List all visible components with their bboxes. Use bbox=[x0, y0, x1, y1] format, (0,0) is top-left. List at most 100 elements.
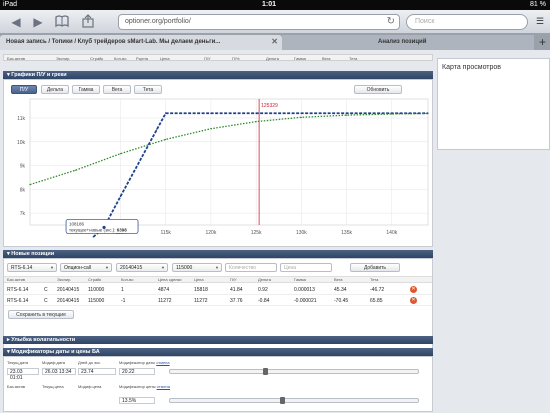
modified-date-value: 26.03 13:34 bbox=[42, 368, 76, 375]
smile-section-header[interactable]: ▸ Улыбка волатильности bbox=[3, 336, 433, 344]
table-row: RTS-6.14 C 20140415 110000 1 4874 15818 … bbox=[4, 285, 432, 295]
col-header: Вега bbox=[322, 56, 331, 61]
cell: 11272 bbox=[194, 298, 208, 304]
data-point bbox=[391, 113, 393, 115]
label: Модификатор цены отмена bbox=[119, 384, 170, 389]
cell: 115000 bbox=[88, 298, 105, 304]
chevron-down-icon: ▼ bbox=[161, 265, 165, 270]
bookmarks-icon[interactable] bbox=[54, 14, 70, 30]
section-title: Модификаторы даты и цены БА bbox=[11, 349, 100, 355]
price-modifier-value[interactable]: 13.5% bbox=[119, 397, 155, 404]
select-value: 115000 bbox=[176, 265, 193, 271]
label: Баз.актив bbox=[7, 384, 25, 389]
save-to-current-button[interactable]: Сохранить в текущие bbox=[8, 310, 74, 319]
cell: 4874 bbox=[158, 287, 170, 293]
data-point bbox=[74, 169, 76, 171]
label: Модификатор даты отмена bbox=[119, 360, 170, 365]
main-panel: Баз.актив Экспир. Страйк Кол-во Р.цена Ц… bbox=[3, 52, 433, 412]
tab-pnl[interactable]: П/У bbox=[11, 85, 37, 94]
cell: -1 bbox=[121, 298, 126, 304]
y-tick-label: 9k bbox=[20, 164, 26, 170]
price-input[interactable]: Цена bbox=[280, 263, 332, 272]
new-tab-icon[interactable]: + bbox=[539, 35, 546, 49]
tab-gamma[interactable]: Гамма bbox=[72, 85, 100, 94]
share-icon[interactable] bbox=[80, 14, 96, 30]
expiration-select[interactable]: 20140415 ▼ bbox=[116, 263, 168, 272]
menu-icon[interactable]: ☰ bbox=[532, 13, 548, 29]
cell: C bbox=[44, 298, 48, 304]
price-cancel-link[interactable]: отмена bbox=[157, 384, 170, 389]
reload-icon[interactable]: ↻ bbox=[387, 16, 395, 27]
select-value: RTS-6.14 bbox=[11, 265, 33, 271]
section-title: Новые позиции bbox=[11, 251, 55, 257]
data-point bbox=[210, 112, 212, 114]
modifiers-section-header[interactable]: ▾ Модификаторы даты и цены БА bbox=[3, 348, 433, 356]
y-tick-label: 8k bbox=[20, 187, 26, 193]
battery-indicator: 81 % bbox=[530, 1, 546, 8]
cell: 37.76 bbox=[230, 298, 243, 304]
data-point bbox=[156, 129, 158, 131]
col-header: Дельта bbox=[266, 56, 279, 61]
refresh-button[interactable]: Обновить bbox=[354, 85, 402, 94]
search-input[interactable]: Поиск bbox=[406, 14, 528, 30]
data-point bbox=[255, 120, 257, 123]
x-tick-label: 115k bbox=[160, 230, 171, 236]
tab-vega[interactable]: Вега bbox=[103, 85, 131, 94]
status-bar: iPad 1:01 81 % bbox=[0, 0, 550, 10]
underlying-select[interactable]: RTS-6.14 ▼ bbox=[7, 263, 57, 272]
date-cancel-link[interactable]: отмена bbox=[156, 360, 169, 365]
chart-section-header[interactable]: ▾ Графики П/У и греки bbox=[3, 71, 433, 79]
tab-theta[interactable]: Тета bbox=[134, 85, 162, 94]
date-slider-handle[interactable] bbox=[263, 368, 269, 375]
positions-table-header: Баз.актив Экспир. Страйк Кол-во Цена сде… bbox=[4, 276, 432, 283]
chevron-down-icon: ▼ bbox=[50, 265, 54, 270]
current-price-label: 125329 bbox=[261, 103, 278, 109]
x-tick-label: 140k bbox=[386, 230, 397, 236]
price-slider[interactable] bbox=[169, 397, 419, 404]
quantity-input[interactable]: Количество bbox=[225, 263, 277, 272]
cell: 41.84 bbox=[230, 287, 243, 293]
cell: -46.72 bbox=[370, 287, 385, 293]
cell: -0.000021 bbox=[294, 298, 317, 304]
label: Текущ.дата bbox=[7, 360, 29, 365]
price-slider-handle[interactable] bbox=[280, 397, 286, 404]
new-positions-header[interactable]: ▾ Новые позиции bbox=[3, 250, 433, 258]
back-icon[interactable]: ◀ bbox=[8, 14, 24, 30]
y-tick-label: 10k bbox=[17, 140, 26, 146]
data-point bbox=[165, 112, 167, 114]
close-tab-icon[interactable]: ✕ bbox=[271, 37, 278, 46]
cell: C bbox=[44, 287, 48, 293]
cell: 20140415 bbox=[57, 298, 80, 304]
cell: 45.34 bbox=[334, 287, 347, 293]
col-header: Тета bbox=[370, 277, 379, 282]
x-tick-label: 125k bbox=[251, 230, 262, 236]
delete-row-icon[interactable]: ✕ bbox=[410, 297, 417, 304]
delete-row-icon[interactable]: ✕ bbox=[410, 286, 417, 293]
tab-delta[interactable]: Дельта bbox=[41, 85, 69, 94]
url-text: optioner.org/portfolio/ bbox=[125, 18, 191, 25]
data-point bbox=[345, 114, 348, 116]
sidebar-panel: Карта просмотров bbox=[437, 58, 550, 150]
date-modifier-value[interactable]: 20.22 bbox=[119, 368, 155, 375]
strike-select[interactable]: 115000 ▼ bbox=[172, 263, 222, 272]
tab-smartlab[interactable]: Новая запись / Топики / Клуб трейдеров s… bbox=[0, 35, 282, 50]
x-tick-label: 135k bbox=[341, 230, 352, 236]
section-title: Графики П/У и греки bbox=[11, 72, 67, 78]
clock: 1:01 bbox=[262, 1, 277, 8]
cell: 65.85 bbox=[370, 298, 383, 304]
tab-analysis[interactable]: Анализ позиций bbox=[282, 35, 534, 50]
y-tick-label: 7k bbox=[20, 211, 26, 217]
data-point bbox=[165, 138, 167, 141]
tooltip-x: 108186 bbox=[69, 221, 85, 226]
col-header: Цена bbox=[194, 277, 204, 282]
date-slider[interactable] bbox=[169, 368, 419, 375]
label-text: Модификатор даты bbox=[119, 360, 156, 365]
chevron-down-icon: ▼ bbox=[215, 265, 219, 270]
add-button[interactable]: Добавить bbox=[350, 263, 400, 272]
col-header: Тета bbox=[349, 56, 358, 61]
forward-icon[interactable]: ▶ bbox=[30, 14, 46, 30]
tooltip-marker bbox=[102, 225, 106, 230]
option-type-select[interactable]: Опцион-call ▼ bbox=[60, 263, 112, 272]
chevron-down-icon: ▼ bbox=[105, 265, 109, 270]
address-bar[interactable]: optioner.org/portfolio/ ↻ bbox=[118, 14, 400, 30]
